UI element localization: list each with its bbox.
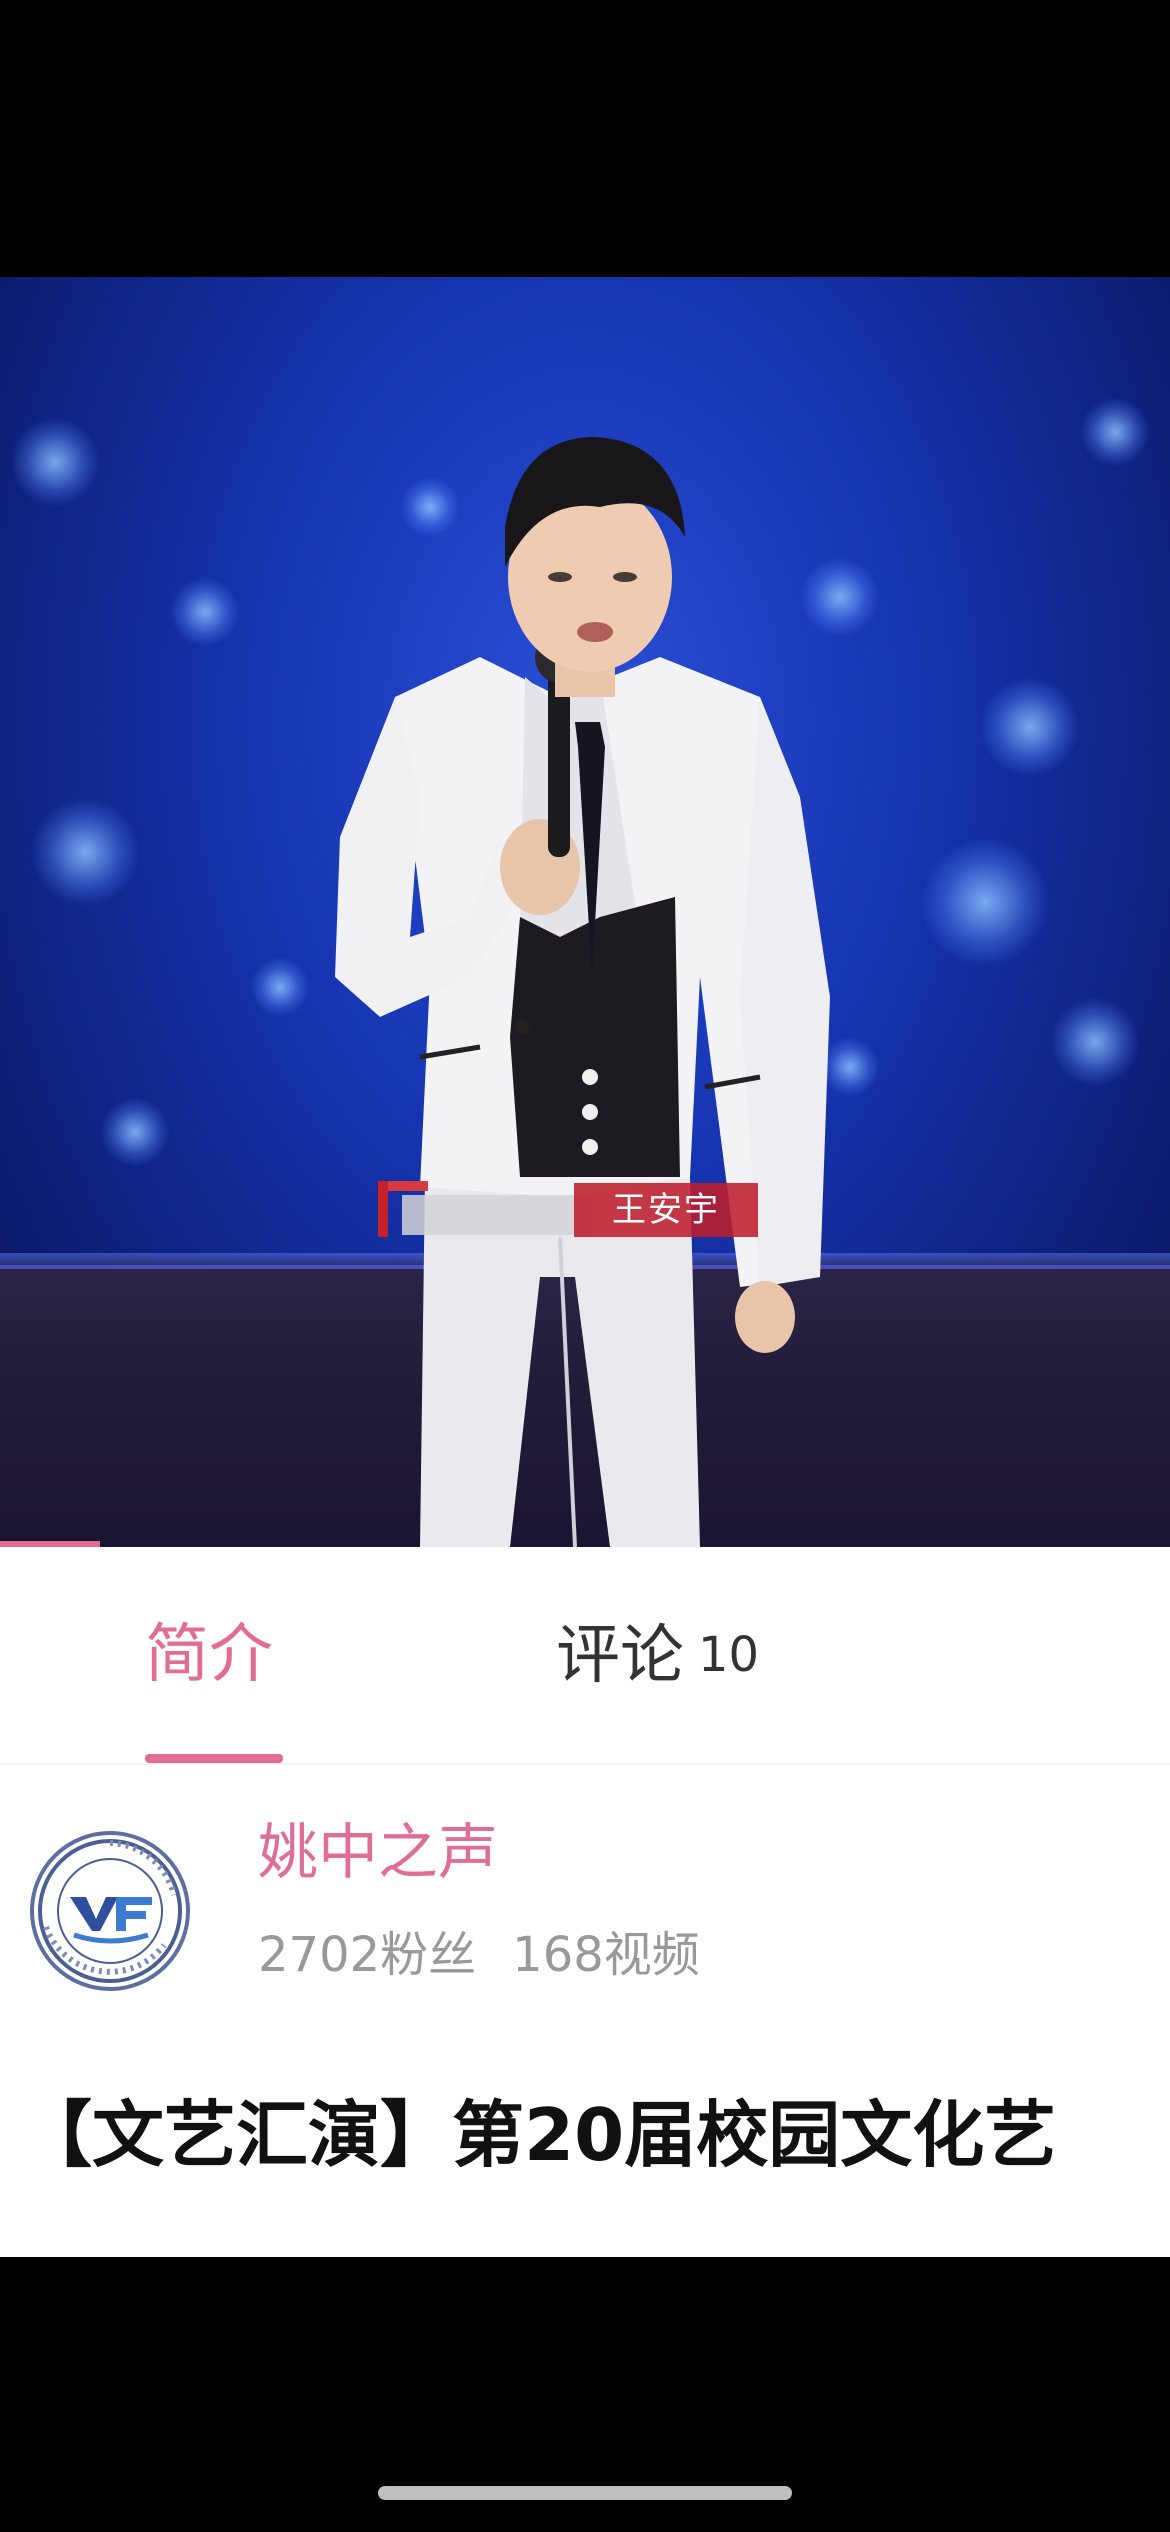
name-caption: 王安宇: [378, 1181, 774, 1237]
performer-figure: [335, 437, 830, 1547]
performer-name-tag: 王安宇: [574, 1183, 758, 1237]
active-tab-indicator: [145, 1754, 283, 1763]
caption-accent-bar: [378, 1181, 388, 1237]
channel-name[interactable]: 姚中之声: [258, 1815, 498, 1891]
home-indicator[interactable]: [378, 2486, 792, 2500]
divider: [0, 1763, 1170, 1765]
caption-grey-strip: [402, 1195, 592, 1235]
channel-stats: 2702粉丝 168视频: [258, 1925, 736, 1985]
tab-comments[interactable]: 评论 10: [556, 1615, 759, 1696]
comment-count: 10: [698, 1627, 760, 1683]
fan-count: 2702粉丝: [258, 1927, 477, 1983]
tab-intro-label: 简介: [145, 1618, 273, 1692]
phone-screen: 王安宇 简介 评论 10 姚中之声 2702粉丝 168视频 【文艺汇演】第20…: [0, 0, 1170, 2532]
tab-comments-label: 评论: [556, 1619, 684, 1693]
caption-accent-line: [388, 1181, 428, 1191]
video-title: 【文艺汇演】第20届校园文化艺: [20, 2093, 1057, 2177]
tab-intro[interactable]: 简介: [145, 1615, 273, 1695]
tab-bar: 简介 评论 10: [0, 1547, 1170, 1767]
channel-row[interactable]: 姚中之声 2702粉丝 168视频: [0, 1807, 1170, 2007]
channel-avatar[interactable]: [30, 1831, 190, 1991]
video-player[interactable]: 王安宇: [0, 277, 1170, 1547]
school-logo-icon: [38, 1839, 182, 1983]
info-panel: 简介 评论 10 姚中之声 2702粉丝 168视频 【文艺汇演】第20届校园文…: [0, 1547, 1170, 2257]
video-count: 168视频: [512, 1927, 700, 1983]
